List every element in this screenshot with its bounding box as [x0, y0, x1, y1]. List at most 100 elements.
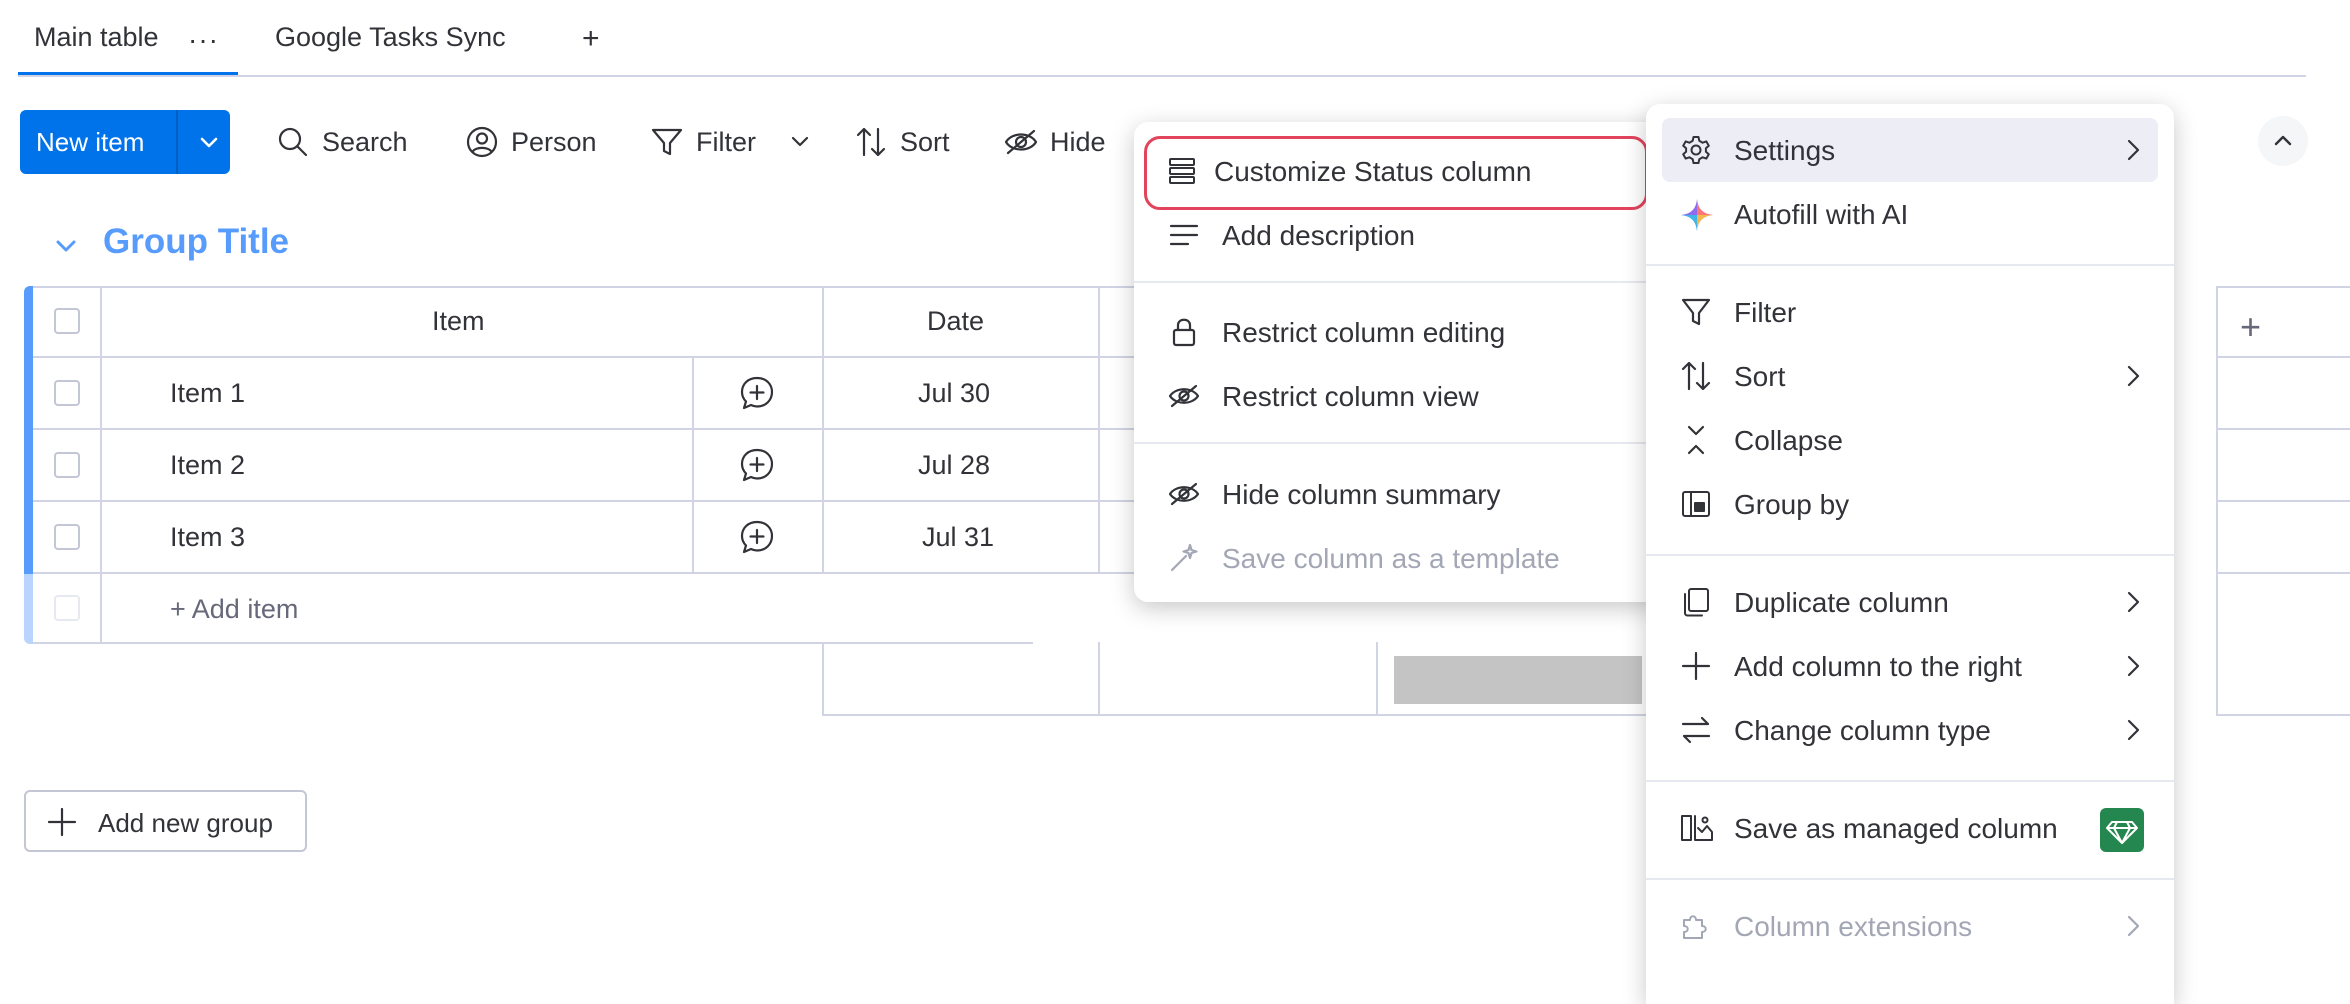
row-divider-right — [2216, 500, 2350, 502]
hide-label: Hide — [1050, 126, 1106, 157]
menu-item-save-column-as-template[interactable]: Save column as a template — [1134, 526, 1662, 590]
menu-item-filter[interactable]: Filter — [1646, 280, 2174, 344]
select-all-checkbox[interactable] — [54, 308, 80, 334]
menu-item-sort[interactable]: Sort — [1646, 344, 2174, 408]
premium-gem-icon — [2100, 808, 2144, 852]
menu-item-add-column-right[interactable]: Add column to the right — [1646, 634, 2174, 698]
group-title[interactable]: Group Title — [103, 222, 289, 262]
filter-chevron-down-icon[interactable] — [786, 128, 814, 156]
menu-item-label: Customize Status column — [1214, 156, 1532, 187]
column-header-date[interactable]: Date — [927, 306, 984, 337]
summary-border-bottom — [822, 714, 1750, 716]
swap-icon — [1680, 714, 1712, 746]
row-checkbox[interactable] — [54, 452, 80, 478]
search-button[interactable]: Search — [276, 118, 408, 166]
collapse-header-button[interactable] — [2258, 116, 2308, 166]
item-name-cell[interactable]: Item 2 — [170, 450, 245, 481]
row-checkbox[interactable] — [54, 380, 80, 406]
summary-divider — [1376, 642, 1378, 716]
menu-item-label: Sort — [1734, 361, 1786, 392]
add-column-button[interactable]: + — [2240, 306, 2261, 348]
status-summary-bar — [1394, 656, 1642, 704]
chevron-right-icon — [2120, 716, 2146, 744]
menu-divider — [1134, 281, 1662, 283]
add-update-icon[interactable] — [738, 518, 776, 556]
hide-button[interactable]: Hide — [1004, 118, 1106, 166]
column-actions-menu: Settings Autofill with AI Filter Sort Co… — [1646, 104, 2174, 1004]
menu-divider — [1646, 780, 2174, 782]
menu-item-label: Group by — [1734, 489, 1850, 520]
group-collapse-chevron-icon[interactable] — [52, 232, 80, 260]
menu-item-restrict-column-view[interactable]: Restrict column view — [1134, 364, 1662, 428]
menu-item-add-description[interactable]: Add description — [1134, 203, 1662, 267]
menu-item-column-extensions[interactable]: Column extensions — [1646, 894, 2174, 958]
menu-item-restrict-column-editing[interactable]: Restrict column editing — [1134, 300, 1662, 364]
chevron-right-icon — [2120, 588, 2146, 616]
menu-item-collapse[interactable]: Collapse — [1646, 408, 2174, 472]
date-cell[interactable]: Jul 31 — [922, 522, 994, 553]
sort-icon — [854, 125, 888, 159]
person-icon — [465, 125, 499, 159]
menu-item-label: Autofill with AI — [1734, 199, 1909, 230]
group-by-icon — [1680, 488, 1712, 520]
table-border-bottom — [33, 642, 1033, 644]
add-update-icon[interactable] — [738, 374, 776, 412]
person-label: Person — [511, 126, 597, 157]
menu-item-label: Column extensions — [1734, 911, 1973, 942]
date-cell[interactable]: Jul 30 — [918, 378, 990, 409]
menu-item-autofill-with-ai[interactable]: Autofill with AI — [1646, 182, 2174, 246]
menu-item-duplicate-column[interactable]: Duplicate column — [1646, 570, 2174, 634]
menu-divider — [1646, 264, 2174, 266]
sort-label: Sort — [900, 126, 950, 157]
menu-divider — [1646, 554, 2174, 556]
list-lines-icon — [1166, 155, 1198, 187]
menu-item-save-as-managed-column[interactable]: Save as managed column — [1646, 796, 2174, 860]
item-name-cell[interactable]: Item 1 — [170, 378, 245, 409]
new-item-button[interactable]: New item — [20, 110, 230, 174]
row-divider-right — [2216, 428, 2350, 430]
menu-item-hide-column-summary[interactable]: Hide column summary — [1134, 462, 1662, 526]
tabs-divider — [18, 75, 2306, 77]
chevron-down-icon[interactable] — [198, 131, 220, 153]
new-item-separator — [176, 110, 178, 174]
tab-main-table[interactable]: Main table — [34, 22, 159, 53]
chevron-up-icon — [2274, 135, 2292, 146]
collapse-icon — [1680, 424, 1712, 456]
column-options-menu: Customize Status column Add description … — [1134, 122, 1662, 602]
summary-divider — [1098, 642, 1100, 716]
row-checkbox[interactable] — [54, 524, 80, 550]
add-item-input[interactable]: + Add item — [170, 594, 298, 625]
item-name-cell[interactable]: Item 3 — [170, 522, 245, 553]
menu-item-label: Add column to the right — [1734, 651, 2022, 682]
tab-google-tasks-sync[interactable]: Google Tasks Sync — [275, 22, 506, 53]
add-new-group-button[interactable]: Add new group — [24, 790, 307, 852]
menu-item-label: Restrict column editing — [1222, 317, 1506, 348]
add-update-icon[interactable] — [738, 446, 776, 484]
group-color-bar-add-row — [24, 574, 33, 644]
sort-icon — [1680, 360, 1712, 392]
filter-button[interactable]: Filter — [650, 118, 756, 166]
ai-sparkle-icon — [1680, 198, 1713, 231]
menu-item-group-by[interactable]: Group by — [1646, 472, 2174, 536]
eye-slash-icon — [1168, 478, 1200, 510]
menu-item-label: Restrict column view — [1222, 381, 1479, 412]
eye-slash-icon — [1168, 380, 1200, 412]
column-header-item[interactable]: Item — [432, 306, 485, 337]
date-cell[interactable]: Jul 28 — [918, 450, 990, 481]
menu-item-label: Save column as a template — [1222, 543, 1560, 574]
menu-item-customize-status-column[interactable]: Customize Status column — [1134, 139, 1662, 203]
menu-item-label: Change column type — [1734, 715, 1991, 746]
menu-item-settings[interactable]: Settings — [1646, 118, 2174, 182]
new-item-label: New item — [36, 127, 145, 157]
date-column-divider — [822, 286, 824, 572]
group-color-bar — [24, 286, 33, 574]
menu-item-change-column-type[interactable]: Change column type — [1646, 698, 2174, 762]
header-divider-right — [2216, 356, 2350, 358]
search-label: Search — [322, 126, 408, 157]
add-view-button[interactable]: + — [582, 22, 600, 56]
sort-button[interactable]: Sort — [854, 118, 950, 166]
person-filter-button[interactable]: Person — [465, 118, 597, 166]
tab-more-options[interactable]: ··· — [188, 24, 219, 56]
puzzle-icon — [1680, 910, 1712, 942]
search-icon — [276, 125, 310, 159]
